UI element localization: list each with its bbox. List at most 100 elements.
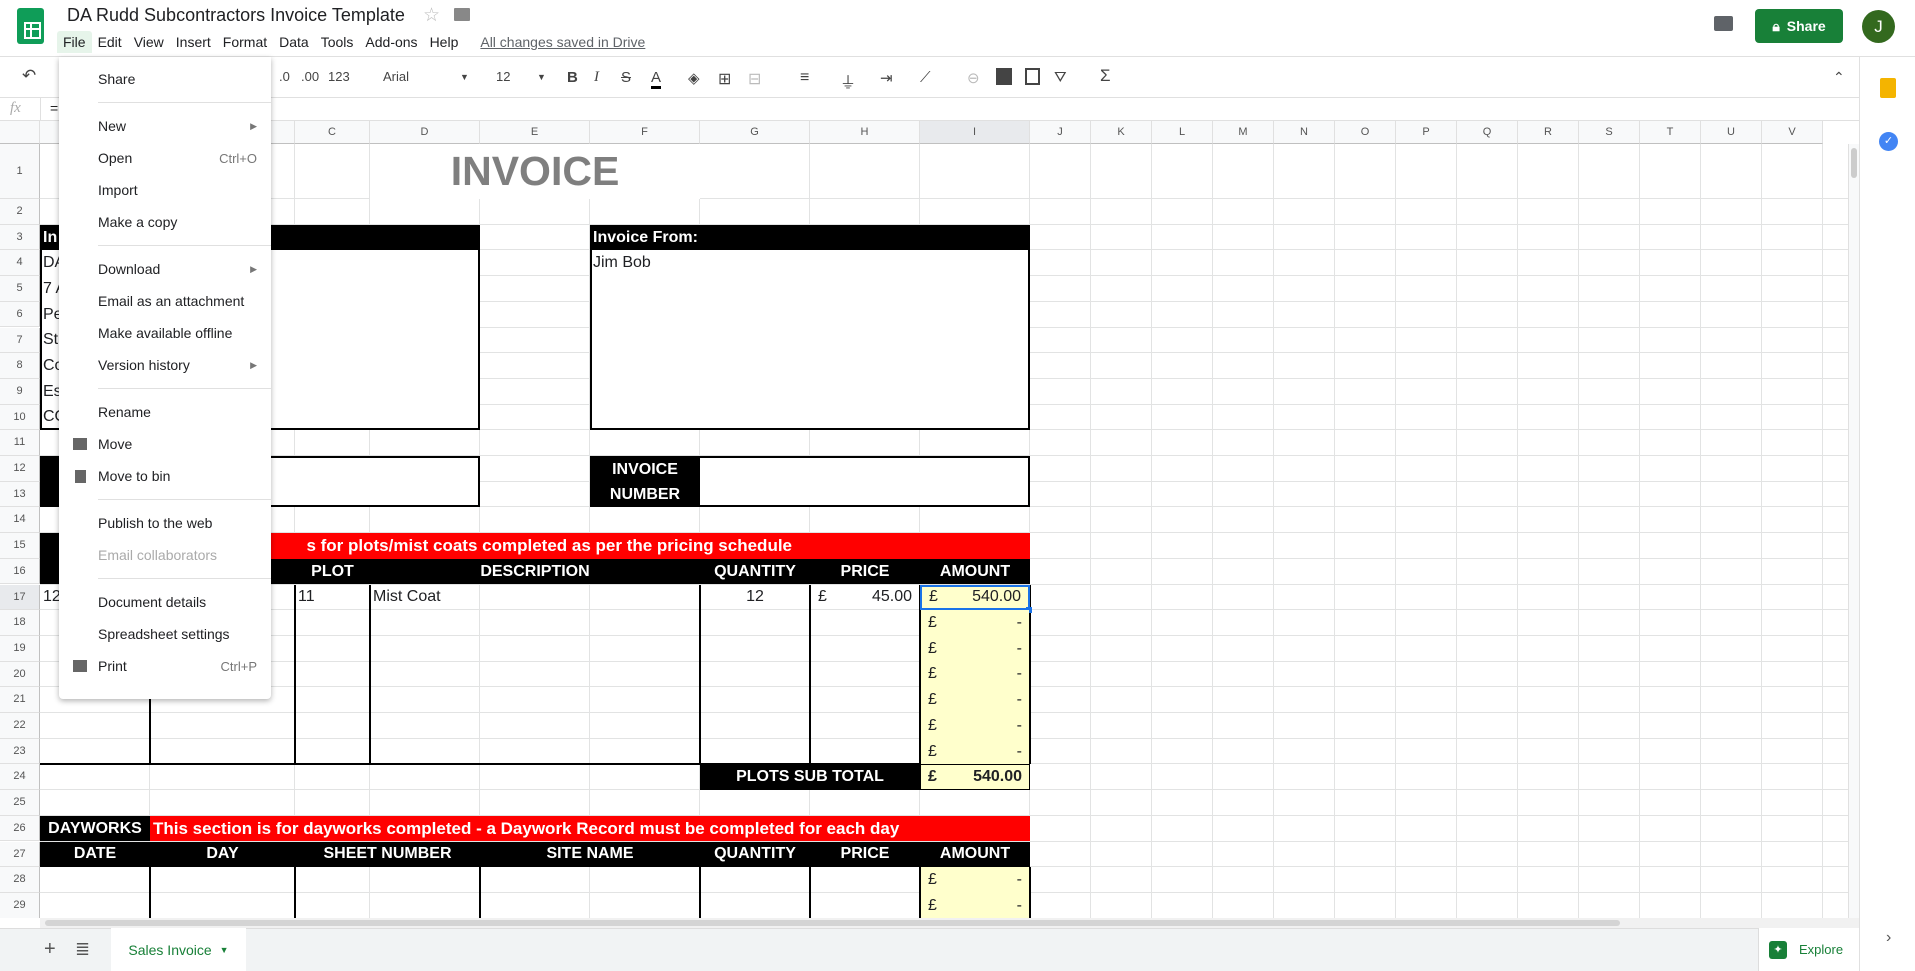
- header-price[interactable]: PRICE: [810, 558, 920, 585]
- text-rotation-icon[interactable]: ⟋: [920, 69, 931, 86]
- row-header-13[interactable]: 13: [0, 481, 40, 508]
- explore-button[interactable]: ✦ Explore: [1758, 928, 1859, 971]
- column-header-O[interactable]: O: [1335, 121, 1396, 144]
- bold-button[interactable]: B: [567, 69, 578, 86]
- document-title[interactable]: DA Rudd Subcontractors Invoice Template: [67, 5, 405, 26]
- empty-amount[interactable]: £ -: [921, 738, 1029, 765]
- vertical-scrollbar[interactable]: [1848, 144, 1859, 918]
- empty-amount[interactable]: £ -: [921, 867, 1029, 893]
- menu-file[interactable]: File: [57, 31, 92, 53]
- keep-icon[interactable]: [1880, 78, 1896, 98]
- star-icon[interactable]: ☆: [423, 4, 440, 27]
- column-header-F[interactable]: F: [590, 121, 700, 144]
- filter-icon[interactable]: ⛛: [1054, 69, 1067, 86]
- dayworks-label[interactable]: DAYWORKS: [40, 815, 150, 842]
- merge-cells-icon[interactable]: ⊟: [748, 69, 761, 89]
- menu-item-open[interactable]: Open Ctrl+O: [59, 142, 271, 174]
- menu-item-make-copy[interactable]: Make a copy: [59, 206, 271, 238]
- column-header-J[interactable]: J: [1030, 121, 1091, 144]
- menu-item-offline[interactable]: Make available offline: [59, 317, 271, 349]
- functions-button[interactable]: Σ: [1100, 66, 1111, 86]
- header-date[interactable]: DATE: [40, 841, 150, 868]
- plot-amount[interactable]: £540.00: [920, 584, 1030, 611]
- menu-data[interactable]: Data: [273, 31, 315, 53]
- font-size-select[interactable]: 12: [496, 69, 510, 84]
- row-header-23[interactable]: 23: [0, 738, 40, 765]
- select-all-corner[interactable]: [0, 121, 40, 144]
- menu-format[interactable]: Format: [217, 31, 273, 53]
- column-header-G[interactable]: G: [700, 121, 810, 144]
- row-header-2[interactable]: 2: [0, 199, 40, 225]
- empty-amount[interactable]: £ -: [921, 635, 1029, 662]
- menu-tools[interactable]: Tools: [315, 31, 360, 53]
- scroll-thumb[interactable]: [45, 920, 1620, 926]
- row-header-3[interactable]: 3: [0, 224, 40, 251]
- comments-icon[interactable]: [1714, 16, 1733, 31]
- italic-button[interactable]: I: [594, 69, 599, 86]
- header-amount[interactable]: AMOUNT: [920, 841, 1030, 868]
- column-header-Q[interactable]: Q: [1457, 121, 1518, 144]
- menu-item-new[interactable]: New ▶: [59, 110, 271, 142]
- insert-chart-icon[interactable]: [1025, 68, 1040, 85]
- collapse-toolbar-icon[interactable]: ⌃: [1833, 69, 1845, 86]
- header-site-name[interactable]: SITE NAME: [480, 841, 700, 868]
- plot-description[interactable]: Mist Coat: [370, 585, 480, 611]
- borders-icon[interactable]: ⊞: [718, 69, 731, 89]
- row-header-5[interactable]: 5: [0, 276, 40, 302]
- menu-item-version-history[interactable]: Version history ▶: [59, 349, 271, 381]
- invoice-number-label[interactable]: INVOICE NUMBER: [590, 456, 700, 508]
- row-header-9[interactable]: 9: [0, 378, 40, 405]
- header-sheet-number[interactable]: SHEET NUMBER: [295, 841, 480, 868]
- menu-view[interactable]: View: [128, 31, 170, 53]
- column-header-M[interactable]: M: [1213, 121, 1274, 144]
- empty-amount[interactable]: £ -: [921, 610, 1029, 636]
- row-header-19[interactable]: 19: [0, 635, 40, 662]
- increase-decimal-button[interactable]: .00: [301, 69, 319, 84]
- column-header-C[interactable]: C: [295, 121, 370, 144]
- dayworks-banner[interactable]: This section is for dayworks completed -…: [150, 815, 1030, 842]
- menu-edit[interactable]: Edit: [92, 31, 128, 53]
- header-quantity[interactable]: QUANTITY: [700, 558, 810, 585]
- row-header-12[interactable]: 12: [0, 456, 40, 482]
- plot-number[interactable]: 11: [295, 585, 370, 611]
- font-select[interactable]: Arial: [383, 69, 409, 84]
- text-wrap-icon[interactable]: ⇥: [880, 69, 893, 87]
- column-header-T[interactable]: T: [1640, 121, 1701, 144]
- tasks-icon[interactable]: ✓: [1879, 132, 1898, 151]
- menu-item-import[interactable]: Import: [59, 174, 271, 206]
- column-header-D[interactable]: D: [370, 121, 480, 144]
- all-sheets-icon[interactable]: ≣: [75, 939, 90, 960]
- row-header-7[interactable]: 7: [0, 327, 40, 354]
- align-left-icon[interactable]: ≡: [800, 69, 809, 87]
- plots-banner[interactable]: s for plots/mist coats completed as per …: [150, 533, 1030, 559]
- menu-item-download[interactable]: Download ▶: [59, 253, 271, 285]
- menu-item-document-details[interactable]: Document details: [59, 586, 271, 618]
- row-header-6[interactable]: 6: [0, 301, 40, 328]
- number-format-button[interactable]: 123: [328, 69, 350, 84]
- menu-item-print[interactable]: Print Ctrl+P: [59, 650, 271, 682]
- row-header-8[interactable]: 8: [0, 353, 40, 379]
- column-header-K[interactable]: K: [1091, 121, 1152, 144]
- menu-item-rename[interactable]: Rename: [59, 396, 271, 428]
- subtotal-amount[interactable]: £540.00: [920, 764, 1030, 791]
- invoice-from-header[interactable]: Invoice From:: [590, 224, 1030, 251]
- formula-input[interactable]: =: [50, 100, 58, 116]
- add-sheet-icon[interactable]: +: [44, 938, 56, 961]
- header-price[interactable]: PRICE: [810, 841, 920, 868]
- row-header-15[interactable]: 15: [0, 533, 40, 559]
- subtotal-label[interactable]: PLOTS SUB TOTAL: [700, 764, 920, 791]
- menu-insert[interactable]: Insert: [170, 31, 217, 53]
- row-header-21[interactable]: 21: [0, 687, 40, 713]
- header-day[interactable]: DAY: [150, 841, 295, 868]
- header-description[interactable]: DESCRIPTION: [370, 558, 700, 585]
- plot-price[interactable]: £45.00: [811, 585, 919, 611]
- column-header-R[interactable]: R: [1518, 121, 1579, 144]
- menu-item-share[interactable]: Share: [59, 63, 271, 95]
- invoice-from-name[interactable]: Jim Bob: [590, 250, 700, 276]
- header-plot[interactable]: PLOT: [295, 558, 370, 585]
- sheet-tab-sales-invoice[interactable]: Sales Invoice ▼: [111, 928, 246, 971]
- strikethrough-button[interactable]: S: [621, 69, 631, 86]
- row-header-10[interactable]: 10: [0, 404, 40, 431]
- link-icon[interactable]: ⊖: [967, 69, 980, 87]
- column-header-H[interactable]: H: [810, 121, 920, 144]
